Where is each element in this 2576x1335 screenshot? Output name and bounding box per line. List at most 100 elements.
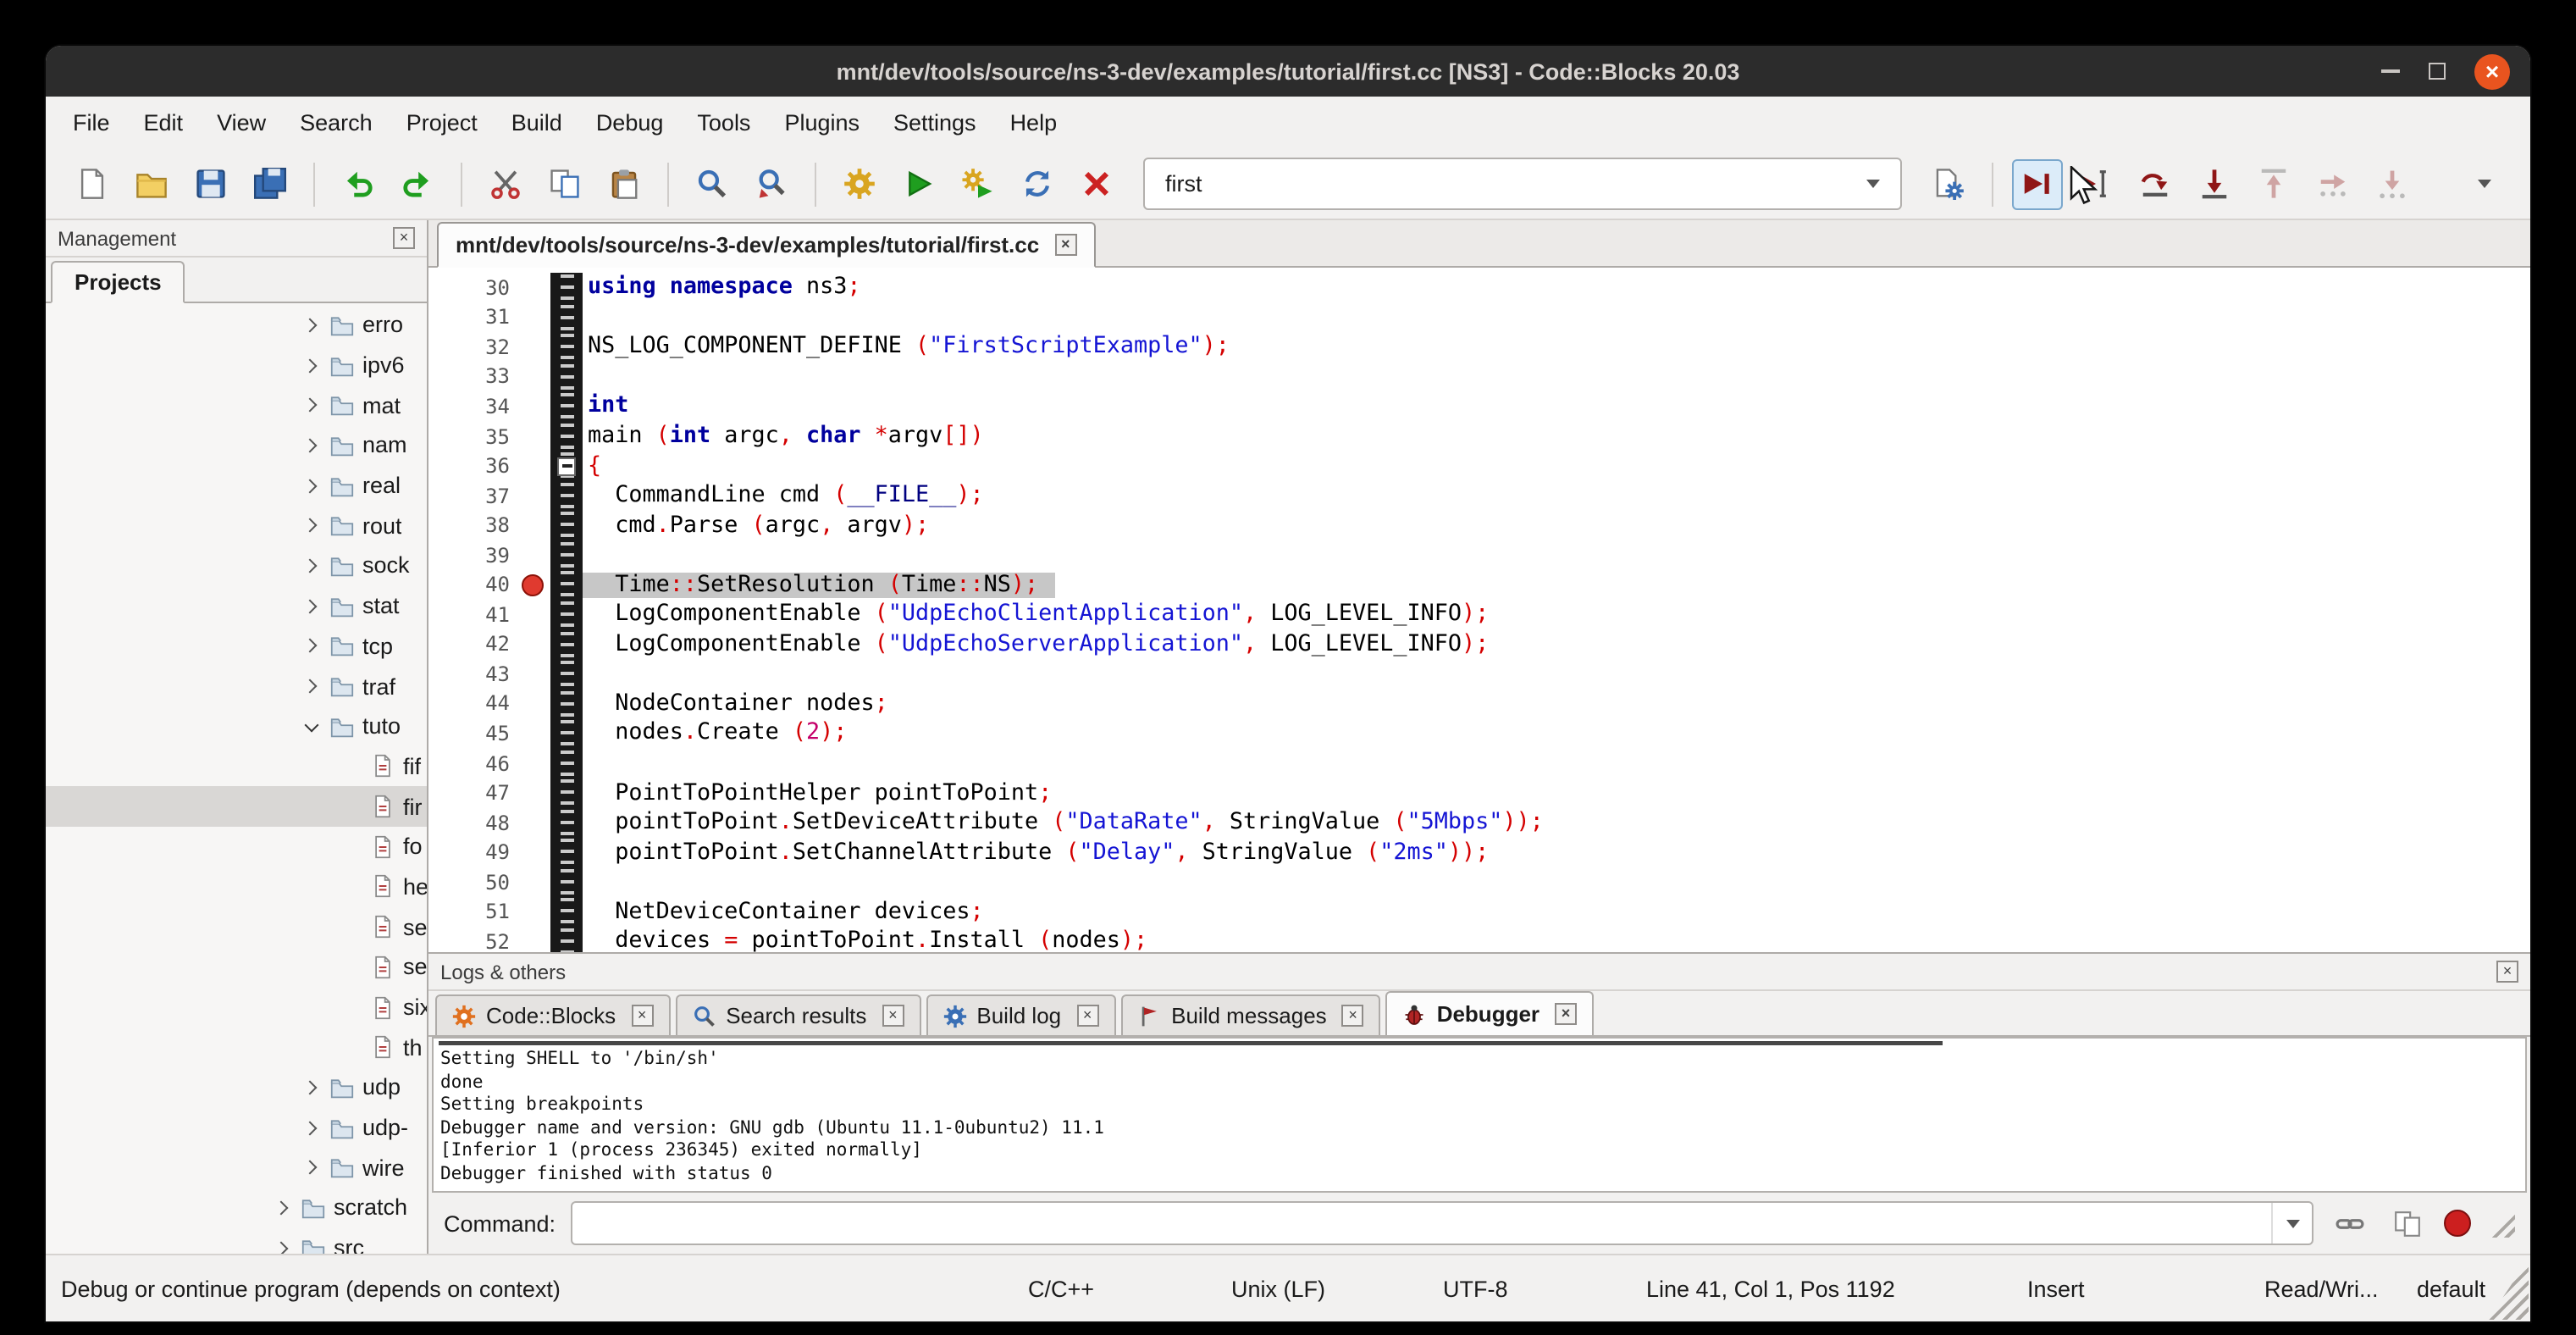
code-line[interactable]: 30using namespace ns3; [428,273,2530,302]
tree-item-erro[interactable]: erro [46,305,427,345]
code-line[interactable]: 42 LogComponentEnable ("UdpEchoServerApp… [428,629,2530,659]
fold-marker-icon[interactable] [557,457,576,475]
line-number[interactable]: 31 [428,306,513,330]
tree-item-fif[interactable]: fif [46,746,427,786]
compile-current-file-button[interactable] [1923,158,1974,209]
line-number[interactable]: 38 [428,513,513,537]
line-number[interactable]: 35 [428,424,513,448]
close-tab-icon[interactable]: × [1054,234,1076,256]
tree-item-wire[interactable]: wire [46,1148,427,1188]
next-instruction-button[interactable] [2308,158,2358,209]
chevron-right-icon[interactable] [305,1121,318,1134]
run-button[interactable] [893,158,944,209]
save-button[interactable] [185,158,236,209]
abort-button[interactable] [1071,158,1122,209]
line-number[interactable]: 50 [428,870,513,894]
code-line[interactable]: 52 devices = pointToPoint.Install (nodes… [428,927,2530,952]
command-dropdown[interactable] [2271,1203,2312,1244]
tree-item-src[interactable]: src [46,1228,427,1254]
cut-button[interactable] [480,158,531,209]
build-button[interactable] [834,158,885,209]
window-resize-grip[interactable] [2488,1259,2529,1320]
code-line[interactable]: 49 pointToPoint.SetChannelAttribute ("De… [428,838,2530,867]
run-to-cursor-button[interactable] [2070,158,2121,209]
menu-build[interactable]: Build [495,102,579,144]
breakpoint-margin[interactable] [513,778,550,808]
code-line[interactable]: 32NS_LOG_COMPONENT_DEFINE ("FirstScriptE… [428,332,2530,362]
line-number[interactable]: 34 [428,395,513,418]
breakpoint-margin[interactable] [513,540,550,570]
chevron-right-icon[interactable] [305,398,318,412]
tree-item-nam[interactable]: nam [46,425,427,465]
chevron-right-icon[interactable] [305,439,318,452]
tree-item-fo[interactable]: fo [46,827,427,867]
code-line[interactable]: 51 NetDeviceContainer devices; [428,897,2530,927]
breakpoint-margin[interactable] [513,718,550,748]
chevron-right-icon[interactable] [305,640,318,653]
line-number[interactable]: 51 [428,900,513,924]
code-line[interactable]: 47 PointToPointHelper pointToPoint; [428,778,2530,808]
line-number[interactable]: 45 [428,722,513,745]
tree-item-traf[interactable]: traf [46,666,427,706]
copy-log-button[interactable] [2386,1202,2429,1244]
code-line[interactable]: 33 [428,362,2530,391]
menu-help[interactable]: Help [993,102,1075,144]
breakpoint-margin[interactable] [513,867,550,897]
menu-view[interactable]: View [200,102,283,144]
code-line[interactable]: 34int [428,391,2530,421]
menu-tools[interactable]: Tools [680,102,767,144]
code-line[interactable]: 44 NodeContainer nodes; [428,689,2530,718]
resize-grip[interactable] [2486,1209,2515,1238]
close-tab-icon[interactable]: × [1555,1003,1577,1025]
line-number[interactable]: 40 [428,573,513,596]
tree-item-real[interactable]: real [46,466,427,506]
breakpoint-margin[interactable] [513,421,550,451]
breakpoint-margin[interactable] [513,273,550,302]
minimize-button[interactable] [2381,69,2400,73]
toolbar-overflow-button[interactable] [2458,158,2509,209]
code-line[interactable]: 31 [428,302,2530,332]
close-tab-icon[interactable]: × [1076,1005,1098,1027]
breakpoint-margin[interactable] [513,332,550,362]
tree-item-udp[interactable]: udp [46,1067,427,1107]
tree-item-ipv6[interactable]: ipv6 [46,345,427,385]
breakpoint-margin[interactable] [513,689,550,718]
command-input[interactable] [571,1201,2313,1245]
log-tab-build-log[interactable]: Build log× [926,994,1115,1035]
line-number[interactable]: 43 [428,662,513,686]
new-file-button[interactable] [67,158,118,209]
tab-projects[interactable]: Projects [51,261,185,303]
tree-item-udp-[interactable]: udp- [46,1108,427,1148]
line-number[interactable]: 30 [428,276,513,300]
line-number[interactable]: 41 [428,603,513,627]
line-number[interactable]: 33 [428,365,513,389]
build-target-combo[interactable]: first [1143,158,1902,210]
chevron-right-icon[interactable] [305,599,318,612]
breakpoint-margin[interactable] [513,451,550,481]
breakpoint-margin[interactable] [513,570,550,600]
tree-item-tuto[interactable]: tuto [46,706,427,746]
open-file-button[interactable] [126,158,177,209]
chevron-right-icon[interactable] [305,1081,318,1094]
log-tab-code-blocks[interactable]: Code::Blocks× [435,994,670,1035]
close-tab-icon[interactable]: × [631,1005,653,1027]
line-number[interactable]: 52 [428,930,513,952]
code-line[interactable]: 41 LogComponentEnable ("UdpEchoClientApp… [428,600,2530,629]
line-number[interactable]: 48 [428,811,513,834]
close-tab-icon[interactable]: × [882,1005,904,1027]
menu-debug[interactable]: Debug [579,102,681,144]
tree-item-tcp[interactable]: tcp [46,626,427,666]
breakpoint-margin[interactable] [513,302,550,332]
tree-item-six[interactable]: six [46,987,427,1027]
close-button[interactable]: × [2474,53,2510,89]
line-number[interactable]: 36 [428,454,513,478]
breakpoint-margin[interactable] [513,629,550,659]
paste-button[interactable] [599,158,650,209]
next-line-button[interactable] [2130,158,2181,209]
chevron-down-icon[interactable] [305,719,318,733]
breakpoint-margin[interactable] [513,838,550,867]
breakpoint-margin[interactable] [513,897,550,927]
code-line[interactable]: 48 pointToPoint.SetDeviceAttribute ("Dat… [428,808,2530,838]
tree-item-mat[interactable]: mat [46,385,427,425]
breakpoint-margin[interactable] [513,659,550,689]
